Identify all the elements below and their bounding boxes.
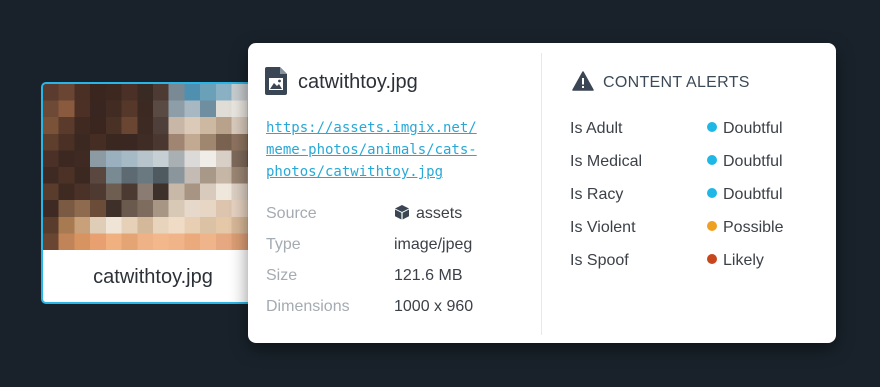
file-url-line-1: https://assets.imgix.net/: [266, 120, 477, 136]
alert-label-spoof: Is Spoof: [570, 252, 629, 269]
thumbnail-card[interactable]: catwithtoy.jpg: [41, 82, 265, 304]
file-url-line-3: photos/catwithtoy.jpg: [266, 164, 444, 180]
alert-value-text: Doubtful: [723, 153, 783, 170]
dimensions-value: 1000 x 960: [394, 298, 474, 315]
type-label: Type: [266, 236, 301, 253]
status-dot: [707, 254, 717, 264]
source-value-text: assets: [416, 205, 463, 222]
alert-label-violent: Is Violent: [570, 219, 636, 236]
alert-value-adult: Doubtful: [707, 119, 783, 139]
pixelated-cat-image: [43, 84, 263, 250]
file-name-title: catwithtoy.jpg: [298, 71, 418, 93]
alert-value-medical: Doubtful: [707, 152, 783, 172]
dimensions-label: Dimensions: [266, 298, 350, 315]
status-dot: [707, 188, 717, 198]
alert-value-violent: Possible: [707, 218, 783, 238]
source-value: assets: [394, 204, 462, 224]
type-value: image/jpeg: [394, 236, 473, 253]
box-icon: [395, 205, 409, 220]
alert-value-text: Doubtful: [723, 120, 783, 137]
alert-value-racy: Doubtful: [707, 185, 783, 205]
content-alerts-title: CONTENT ALERTS: [603, 74, 750, 91]
alert-value-text: Likely: [723, 252, 764, 269]
alert-label-medical: Is Medical: [570, 153, 643, 170]
size-value: 121.6 MB: [394, 267, 463, 284]
status-dot: [707, 155, 717, 165]
alert-value-text: Possible: [723, 219, 784, 236]
image-file-icon: [265, 67, 287, 95]
thumbnail-caption: catwithtoy.jpg: [93, 265, 213, 288]
file-url-link[interactable]: https://assets.imgix.net/ meme-photos/an…: [266, 117, 496, 183]
alert-value-text: Doubtful: [723, 186, 783, 203]
size-label: Size: [266, 267, 298, 284]
alert-value-spoof: Likely: [707, 251, 764, 271]
alert-label-adult: Is Adult: [570, 120, 623, 137]
status-dot: [707, 122, 717, 132]
file-url-line-2: meme-photos/animals/cats-: [266, 142, 477, 158]
status-dot: [707, 221, 717, 231]
warning-icon: [572, 71, 594, 91]
panel-divider: [541, 53, 542, 335]
asset-details-panel: catwithtoy.jpg https://assets.imgix.net/…: [248, 43, 836, 343]
source-label: Source: [266, 205, 317, 222]
alert-label-racy: Is Racy: [570, 186, 624, 203]
